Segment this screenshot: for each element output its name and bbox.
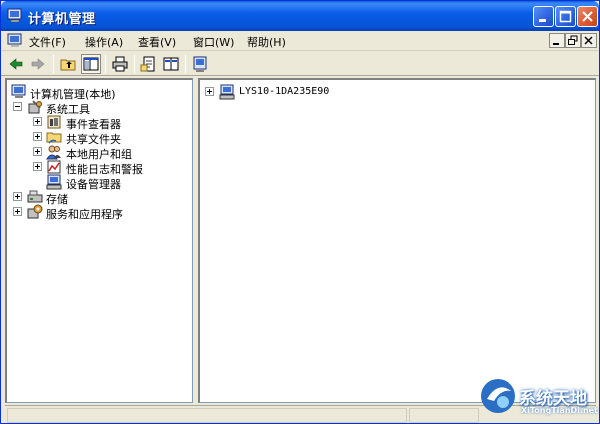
tree-node-root[interactable]: 计算机管理(本地) (11, 84, 191, 101)
shared-folder-icon (46, 132, 62, 144)
performance-logs-icon (47, 160, 61, 174)
expand-toggle[interactable] (33, 117, 42, 126)
plus-icon (35, 164, 40, 169)
tree-node-storage[interactable]: 存储 (13, 189, 191, 206)
expand-toggle[interactable] (33, 162, 42, 171)
tree-node-event-viewer[interactable]: 事件查看器 (33, 114, 191, 131)
print-button[interactable] (111, 55, 129, 73)
properties-icon (140, 56, 155, 72)
watermark-subtitle: XiTongTianDi.net (521, 406, 598, 415)
tree-node-system-tools[interactable]: 系统工具 (13, 99, 191, 116)
window-title: 计算机管理 (28, 12, 96, 27)
plus-icon (35, 119, 40, 124)
close-icon (582, 11, 593, 22)
tree-node-local-users[interactable]: 本地用户和组 (33, 144, 191, 161)
watermark-logo (481, 379, 515, 413)
back-arrow-icon (9, 58, 23, 70)
expand-toggle[interactable] (205, 87, 214, 96)
print-icon (112, 56, 128, 72)
expand-toggle[interactable] (33, 147, 42, 156)
toolbar-separator (105, 55, 106, 73)
plus-icon (15, 209, 20, 214)
maximize-button[interactable] (555, 6, 576, 27)
tree-node-services-apps[interactable]: 服务和应用程序 (13, 204, 191, 221)
services-icon (27, 204, 43, 219)
help-icon (163, 57, 179, 71)
close-button[interactable] (577, 6, 598, 27)
toolbar (1, 52, 599, 76)
show-hide-tree-button[interactable] (81, 54, 101, 74)
status-cell (409, 408, 479, 423)
users-icon (46, 145, 61, 160)
menu-action[interactable]: 操作(A) (85, 34, 123, 50)
console-button[interactable] (191, 55, 209, 73)
tree-node-device-manager[interactable]: 设备管理器 (33, 174, 191, 191)
tree-node-performance-logs[interactable]: 性能日志和警报 (33, 159, 191, 176)
forward-button[interactable] (29, 55, 47, 73)
minimize-button[interactable] (533, 6, 554, 27)
computer-name: LYS10-1DA235E90 (239, 86, 330, 97)
collapse-toggle[interactable] (13, 102, 22, 111)
toolbar-separator (134, 55, 135, 73)
properties-button[interactable] (140, 55, 158, 73)
menu-view[interactable]: 查看(V) (138, 34, 176, 50)
mdi-close-button[interactable] (581, 33, 597, 48)
event-viewer-icon (47, 115, 61, 129)
close-icon (584, 36, 593, 45)
mdi-minimize-button[interactable] (549, 33, 565, 48)
console-menu-icon[interactable] (7, 33, 23, 49)
back-button[interactable] (7, 55, 25, 73)
menu-help[interactable]: 帮助(H) (247, 34, 286, 50)
plus-icon (35, 134, 40, 139)
up-folder-icon (60, 59, 76, 71)
status-cell-main (7, 408, 407, 423)
tree-label: 服务和应用程序 (46, 208, 123, 221)
plus-icon (207, 89, 212, 94)
device-manager-icon (46, 174, 62, 190)
computer-management-icon (7, 8, 22, 23)
up-one-level-button[interactable] (59, 55, 77, 73)
menu-window[interactable]: 窗口(W) (193, 34, 234, 50)
system-tools-icon (28, 100, 42, 114)
title-bar[interactable]: 计算机管理 (1, 1, 599, 31)
computer-icon (219, 84, 235, 100)
menu-bar: 文件(F) 操作(A) 查看(V) 窗口(W) 帮助(H) (1, 31, 599, 51)
maximize-icon (559, 10, 572, 23)
toolbar-separator (185, 55, 186, 73)
restore-icon (568, 35, 578, 45)
details-pane[interactable]: LYS10-1DA235E90 (198, 78, 596, 403)
computer-management-window: 计算机管理 文件(F) 操作(A) 查看(V) 窗口(W) 帮助(H) 计算机管… (0, 0, 600, 424)
mdi-restore-button[interactable] (565, 33, 581, 48)
minimize-icon (553, 43, 559, 45)
plus-icon (35, 149, 40, 154)
console-tree-pane[interactable]: 计算机管理(本地) 系统工具 事件查看器 共享文件夹 本地用户和组 性能日志和警… (5, 78, 193, 403)
tree-node-shared-folders[interactable]: 共享文件夹 (33, 129, 191, 146)
storage-icon (27, 190, 43, 203)
toolbar-separator (53, 55, 54, 73)
menu-file[interactable]: 文件(F) (29, 34, 66, 50)
show-hide-tree-icon (83, 57, 99, 71)
console-icon (193, 56, 207, 72)
expand-toggle[interactable] (13, 192, 22, 201)
forward-arrow-icon (31, 58, 45, 70)
device-tree-computer-node[interactable]: LYS10-1DA235E90 (205, 84, 405, 100)
minimize-icon (539, 19, 546, 22)
help-button[interactable] (162, 55, 180, 73)
minus-icon (15, 106, 20, 107)
expand-toggle[interactable] (13, 207, 22, 216)
expand-toggle[interactable] (33, 132, 42, 141)
computer-management-icon (11, 84, 26, 98)
plus-icon (15, 194, 20, 199)
